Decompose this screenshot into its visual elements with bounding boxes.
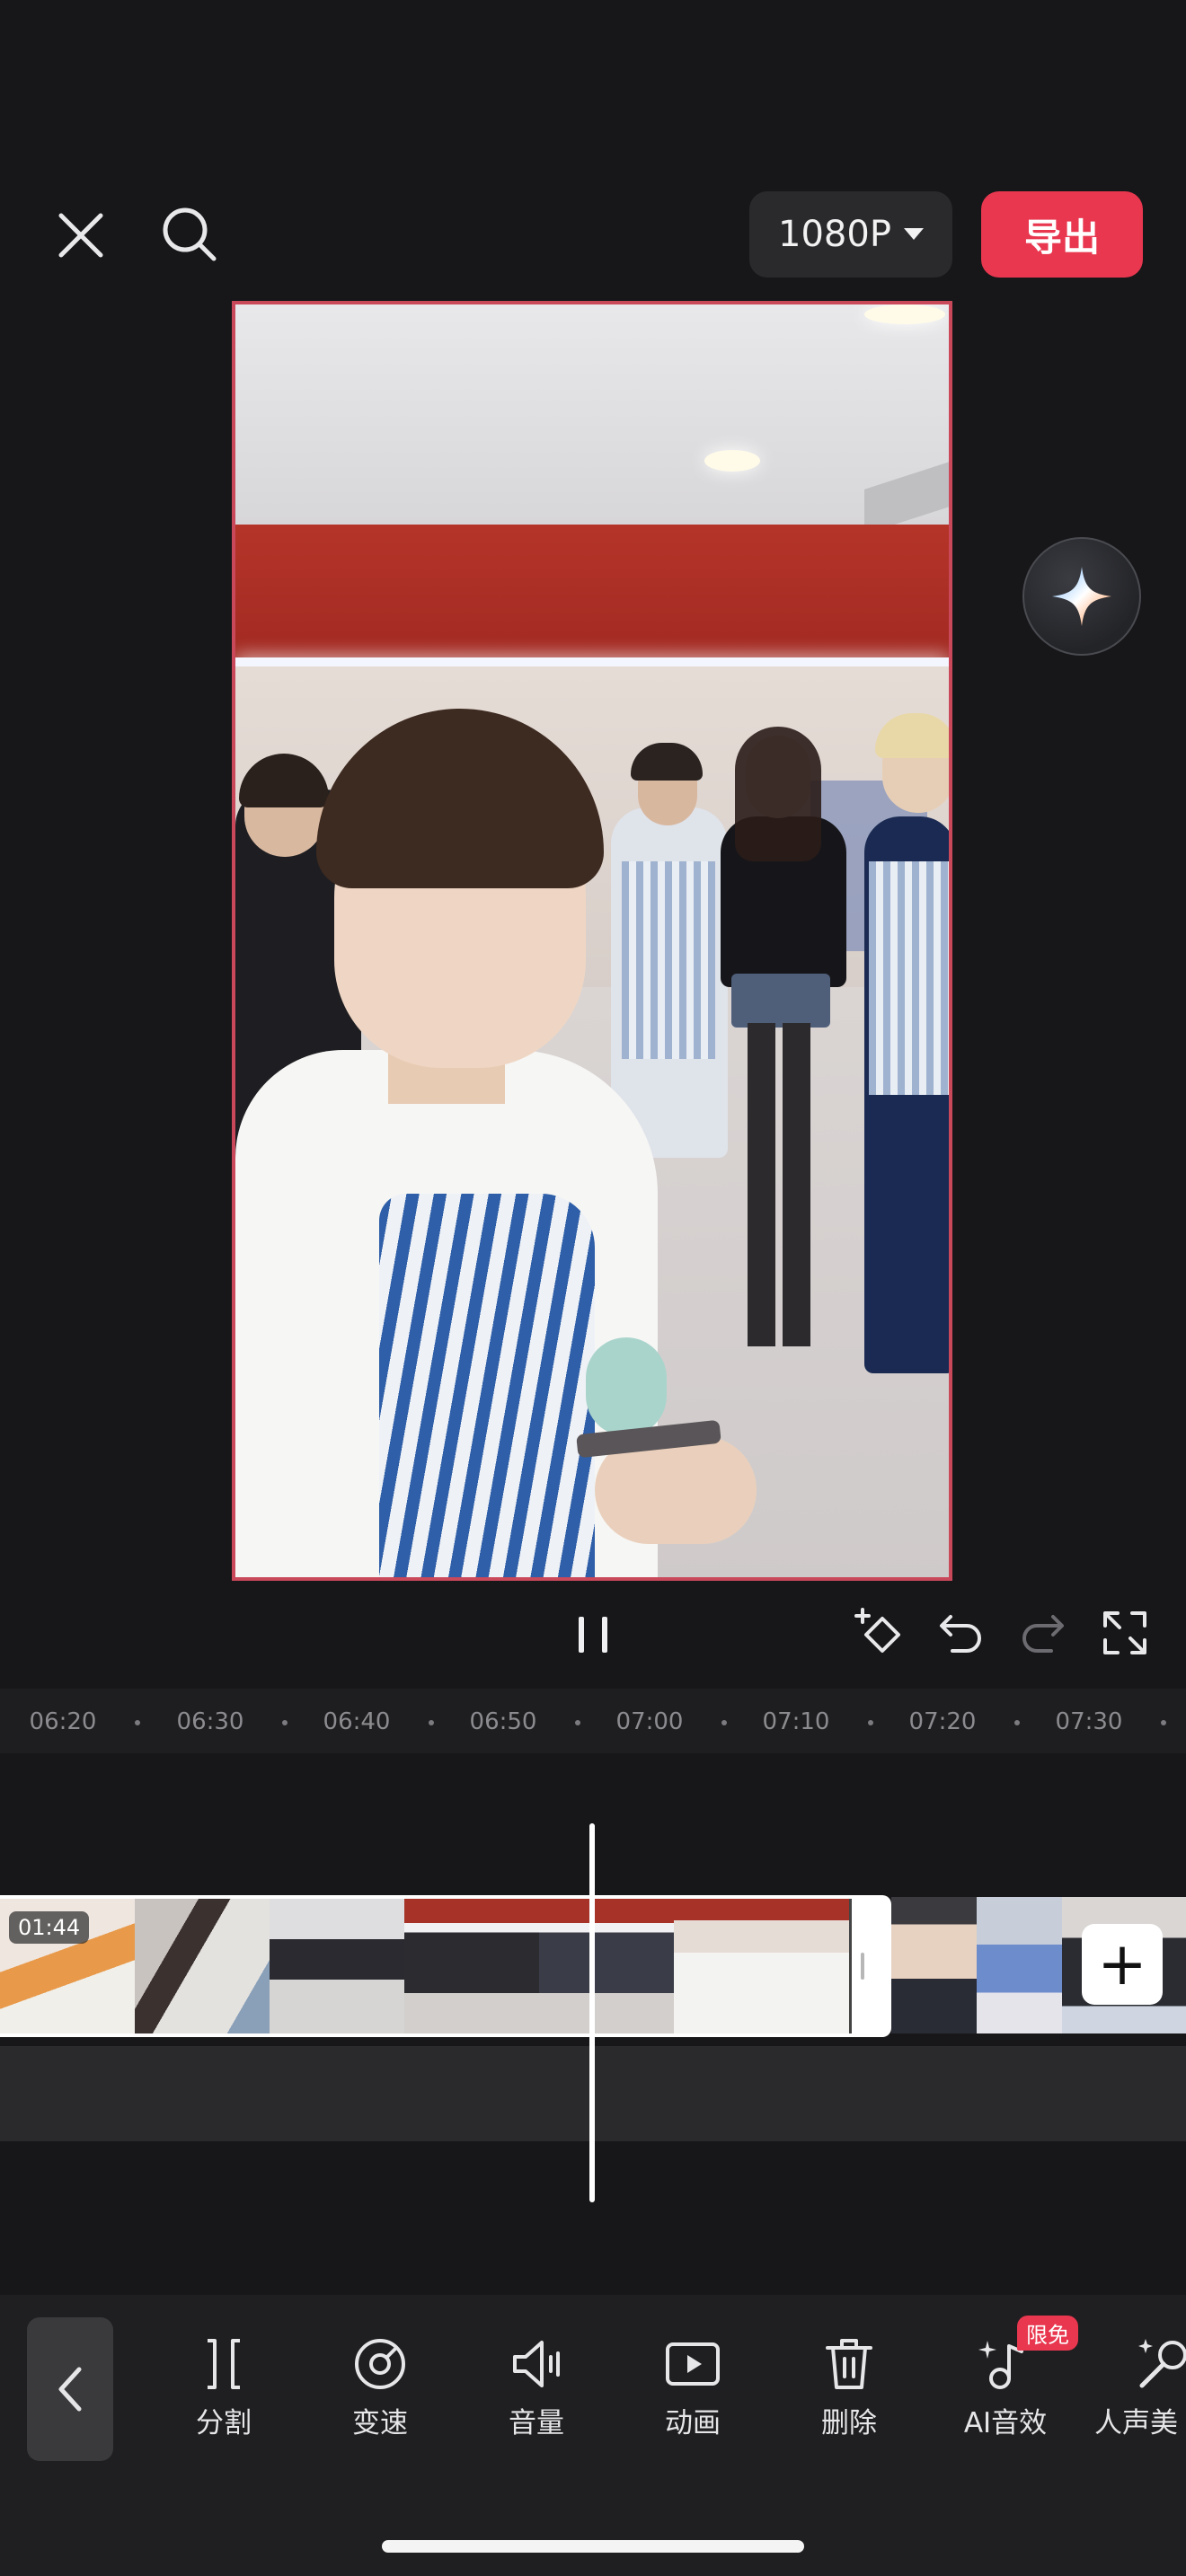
tool-label: 音量 bbox=[509, 2407, 564, 2439]
toolbar-back-button[interactable] bbox=[27, 2317, 113, 2461]
clip-thumbnail bbox=[404, 1899, 539, 2033]
fullscreen-icon bbox=[1103, 1611, 1146, 1654]
tool-label: 人声美 bbox=[1094, 2407, 1178, 2439]
ruler-tick-label: 06:50 bbox=[469, 1708, 537, 1735]
add-clip-button[interactable]: + bbox=[1082, 1924, 1163, 2005]
resolution-dropdown[interactable]: 1080P bbox=[749, 191, 952, 278]
person-woman-legs bbox=[748, 1023, 810, 1346]
clip-thumbnail bbox=[674, 1899, 849, 2033]
ruler-tick-label: 06:20 bbox=[29, 1708, 97, 1735]
clip-thumbnail bbox=[977, 1897, 1062, 2033]
pause-icon bbox=[579, 1617, 607, 1653]
animation-icon bbox=[666, 2342, 720, 2386]
ruler-tick-dot bbox=[429, 1720, 434, 1725]
tool-label: 删除 bbox=[821, 2407, 877, 2439]
resolution-label: 1080P bbox=[778, 214, 891, 255]
person-center-apron bbox=[622, 861, 715, 1059]
clip-thumbnail bbox=[270, 1899, 404, 2033]
close-icon bbox=[58, 213, 103, 258]
tool-delete[interactable]: 删除 bbox=[782, 2335, 916, 2440]
person-woman-shorts bbox=[731, 974, 830, 1028]
ruler-tick-dot bbox=[135, 1720, 140, 1725]
scene-ceiling bbox=[235, 304, 949, 525]
ai-assistant-button[interactable] bbox=[1022, 537, 1141, 656]
clip-thumbnail bbox=[135, 1899, 270, 2033]
person-right-apron bbox=[869, 861, 949, 1095]
ruler-tick-dot bbox=[721, 1720, 727, 1725]
ruler-tick-label: 07:20 bbox=[908, 1708, 977, 1735]
ruler-tick-dot bbox=[868, 1720, 873, 1725]
playhead[interactable] bbox=[589, 1823, 595, 2202]
video-preview[interactable] bbox=[232, 301, 952, 1581]
tool-label: AI音效 bbox=[963, 2407, 1048, 2439]
tool-label: 变速 bbox=[352, 2407, 408, 2439]
volume-icon bbox=[513, 2341, 560, 2387]
caret-down-icon bbox=[903, 228, 924, 240]
split-icon bbox=[208, 2339, 240, 2389]
home-indicator[interactable] bbox=[382, 2540, 804, 2553]
ruler-tick-label: 06:30 bbox=[176, 1708, 244, 1735]
trim-handle-grip bbox=[861, 1953, 864, 1980]
ruler-tick-label: 07:00 bbox=[615, 1708, 684, 1735]
free-promo-badge: 限免 bbox=[1017, 2316, 1078, 2351]
scene-ceiling-light bbox=[704, 450, 760, 472]
ruler-tick-dot bbox=[1014, 1720, 1020, 1725]
keyframe-button[interactable] bbox=[854, 1606, 907, 1660]
video-clip-selected[interactable] bbox=[0, 1895, 890, 2037]
scene-ceiling-light bbox=[864, 304, 945, 324]
fullscreen-button[interactable] bbox=[1100, 1608, 1150, 1658]
trash-icon bbox=[826, 2339, 872, 2389]
search-button[interactable] bbox=[160, 205, 219, 264]
tool-voice-beauty[interactable]: 人声美 bbox=[1094, 2335, 1186, 2440]
person-foreground-apron bbox=[379, 1194, 595, 1577]
undo-button[interactable] bbox=[936, 1608, 987, 1658]
redo-button[interactable] bbox=[1017, 1608, 1067, 1658]
sparkle-icon bbox=[1052, 567, 1111, 626]
speed-icon bbox=[355, 2339, 405, 2389]
tool-label: 动画 bbox=[665, 2407, 721, 2439]
pause-button[interactable] bbox=[575, 1615, 611, 1654]
ruler-tick-dot bbox=[1161, 1720, 1166, 1725]
export-button[interactable]: 导出 bbox=[981, 191, 1143, 278]
tool-ai-sound[interactable]: AI音效 bbox=[938, 2335, 1073, 2440]
undo-icon bbox=[940, 1615, 981, 1653]
clip-thumbnail bbox=[891, 1897, 977, 2033]
clip-trim-handle[interactable] bbox=[852, 1895, 891, 2037]
tool-label: 分割 bbox=[196, 2407, 252, 2439]
scene-light-strip bbox=[235, 657, 949, 666]
scene-red-wall bbox=[235, 525, 949, 659]
person-woman-hair bbox=[735, 727, 821, 861]
ruler-tick-label: 07:30 bbox=[1055, 1708, 1123, 1735]
plush-toy bbox=[586, 1337, 667, 1436]
tool-speed[interactable]: 变速 bbox=[313, 2335, 447, 2440]
tool-volume[interactable]: 音量 bbox=[469, 2335, 604, 2440]
ruler-tick-dot bbox=[575, 1720, 580, 1725]
voice-beauty-icon bbox=[1138, 2339, 1186, 2388]
clip-thumbnail bbox=[539, 1899, 674, 2033]
search-icon bbox=[163, 207, 217, 261]
ruler-tick-label: 07:10 bbox=[762, 1708, 830, 1735]
tool-animation[interactable]: 动画 bbox=[625, 2335, 760, 2440]
tool-split[interactable]: 分割 bbox=[156, 2335, 291, 2440]
redo-icon bbox=[1022, 1615, 1064, 1653]
clip-duration-badge: 01:44 bbox=[9, 1911, 90, 1944]
ruler-tick-dot bbox=[282, 1720, 288, 1725]
ruler-tick-label: 06:40 bbox=[323, 1708, 391, 1735]
time-ruler[interactable]: 06:20 06:30 06:40 06:50 07:00 07:10 07:2… bbox=[0, 1689, 1186, 1753]
close-button[interactable] bbox=[54, 208, 108, 262]
keyframe-add-icon bbox=[854, 1608, 900, 1653]
chevron-left-icon bbox=[58, 2367, 82, 2412]
